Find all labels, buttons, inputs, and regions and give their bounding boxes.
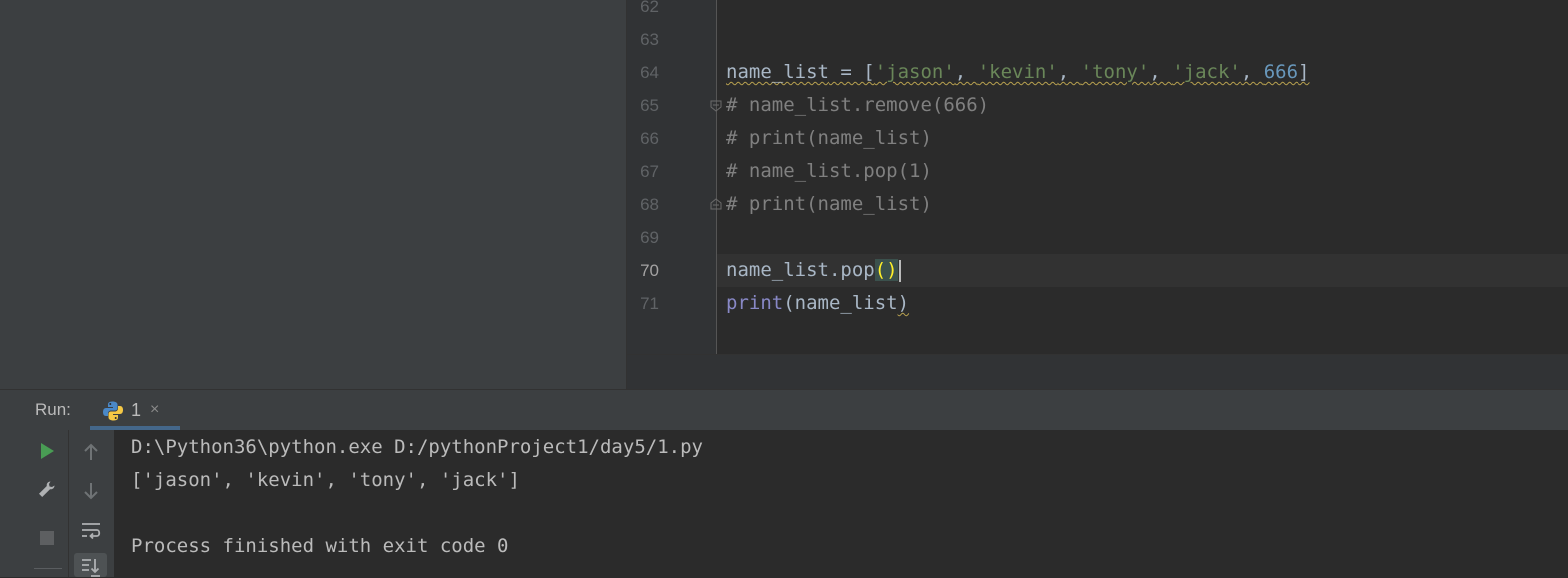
separator: , xyxy=(1240,61,1264,83)
run-panel-header: Run: 1 × xyxy=(0,389,1568,431)
code-line[interactable]: 67 # name_list.pop(1) xyxy=(627,155,1568,188)
line-number: 62 xyxy=(640,0,659,16)
string-literal: 'tony' xyxy=(1080,61,1150,83)
console-line: ['jason', 'kevin', 'tony', 'jack'] xyxy=(131,469,520,491)
code-line[interactable]: 71 print(name_list) xyxy=(627,287,1568,320)
separator: , xyxy=(1149,61,1173,83)
soft-wrap-icon[interactable] xyxy=(80,519,102,541)
code-editor[interactable]: 62 63 64 name_list = ['jason', 'kevin', … xyxy=(626,0,1568,354)
console-line: Process finished with exit code 0 xyxy=(131,535,509,557)
python-icon xyxy=(103,401,123,421)
operator: = [ xyxy=(828,61,875,83)
wrench-icon[interactable] xyxy=(36,479,58,501)
string-literal: 'jason' xyxy=(874,61,955,83)
scroll-to-end-icon xyxy=(82,559,100,577)
code-line[interactable]: 65 # name_list.remove(666) xyxy=(627,89,1568,122)
code-line[interactable]: 68 # print(name_list) xyxy=(627,188,1568,221)
project-pane xyxy=(26,0,626,389)
bracket: ] xyxy=(1298,61,1310,83)
console-line: D:\Python36\python.exe D:/pythonProject1… xyxy=(131,436,703,458)
line-number: 66 xyxy=(640,129,659,148)
run-toolbar-secondary xyxy=(68,430,114,577)
scroll-to-end-toggle[interactable] xyxy=(74,553,107,577)
code-line[interactable]: 64 name_list = ['jason', 'kevin', 'tony'… xyxy=(627,56,1568,89)
code-line[interactable]: 62 xyxy=(627,0,1568,23)
line-number: 67 xyxy=(640,162,659,181)
arrow-up-icon[interactable] xyxy=(80,441,102,463)
builtin-function: print xyxy=(726,292,784,314)
run-tab[interactable]: 1 × xyxy=(90,390,180,430)
fold-start-icon[interactable] xyxy=(710,100,722,112)
toolbar-separator xyxy=(34,568,62,569)
comment-text: # name_list.pop(1) xyxy=(726,160,932,182)
string-literal: 'jack' xyxy=(1172,61,1241,83)
line-number: 71 xyxy=(640,294,659,313)
line-number: 64 xyxy=(640,63,659,82)
matched-parens: () xyxy=(874,259,898,281)
play-icon[interactable] xyxy=(36,440,58,462)
fold-end-icon[interactable] xyxy=(710,198,722,210)
editor-footer xyxy=(626,354,1568,390)
comment-text: # name_list.remove(666) xyxy=(726,94,990,116)
line-number: 65 xyxy=(640,96,659,115)
line-number: 70 xyxy=(640,261,659,280)
identifier: name_list xyxy=(726,61,829,83)
run-label: Run: xyxy=(35,400,71,419)
text-caret xyxy=(898,259,901,282)
bracket: ) xyxy=(897,292,910,314)
console-output[interactable]: D:\Python36\python.exe D:/pythonProject1… xyxy=(114,430,1568,577)
code-text: print(name_list) xyxy=(726,287,909,320)
close-icon[interactable]: × xyxy=(150,390,159,430)
code-text: name_list = ['jason', 'kevin', 'tony', '… xyxy=(726,56,1310,89)
arguments: (name_list xyxy=(783,292,898,314)
separator: , xyxy=(1057,61,1081,83)
code-line[interactable]: 66 # print(name_list) xyxy=(627,122,1568,155)
run-toolbar-primary xyxy=(0,430,68,577)
run-tab-name: 1 xyxy=(131,400,142,420)
stop-icon[interactable] xyxy=(36,527,58,549)
code-line[interactable]: 69 xyxy=(627,221,1568,254)
string-literal: 'kevin' xyxy=(977,61,1058,83)
code-line[interactable]: 63 xyxy=(627,23,1568,56)
method-call: name_list.pop xyxy=(726,259,875,281)
comment-text: # print(name_list) xyxy=(726,193,932,215)
code-line-current[interactable]: 70 name_list.pop() xyxy=(627,254,1568,287)
arrow-down-icon[interactable] xyxy=(80,480,102,502)
code-text: name_list.pop() xyxy=(726,254,901,287)
left-tool-strip xyxy=(0,0,27,389)
separator: , xyxy=(954,61,978,83)
number-literal: 666 xyxy=(1263,61,1299,83)
line-number: 63 xyxy=(640,30,659,49)
line-number: 68 xyxy=(640,195,659,214)
line-number: 69 xyxy=(640,228,659,247)
comment-text: # print(name_list) xyxy=(726,127,932,149)
